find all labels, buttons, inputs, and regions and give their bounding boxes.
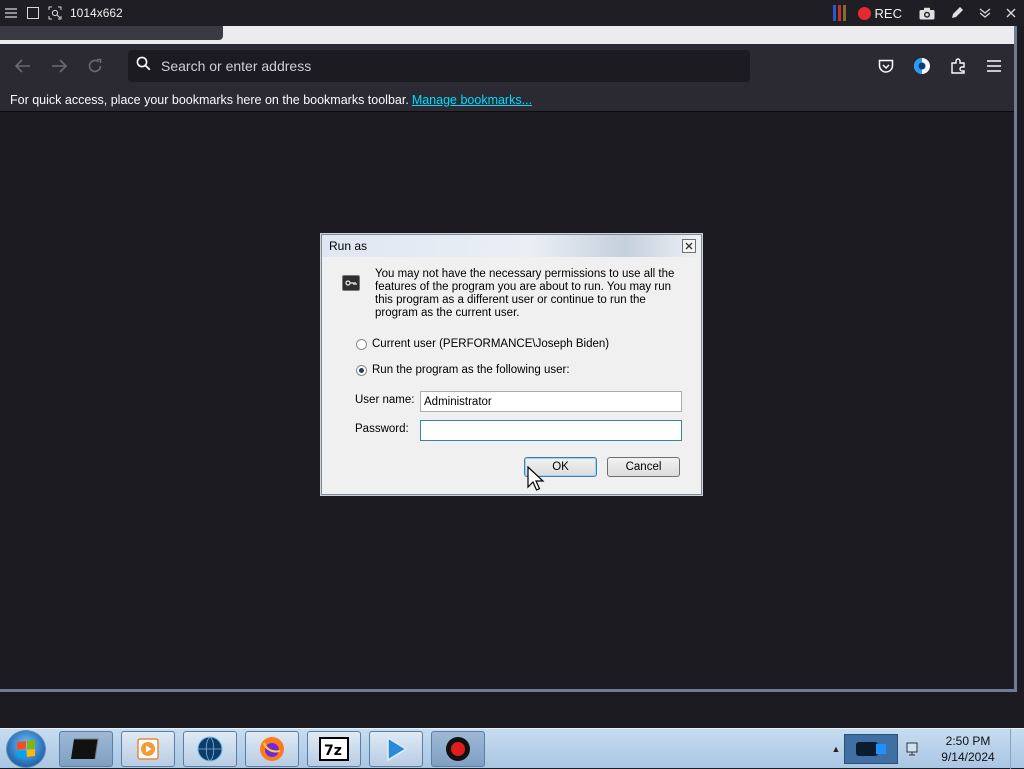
taskbar-recorder[interactable] bbox=[431, 731, 485, 767]
clock[interactable]: 2:50 PM 9/14/2024 bbox=[926, 733, 1010, 765]
back-arrow-icon[interactable] bbox=[5, 50, 41, 82]
username-field[interactable] bbox=[420, 391, 682, 412]
run-as-user-radio[interactable] bbox=[356, 364, 367, 376]
taskbar-video-player[interactable] bbox=[369, 731, 423, 767]
chevron-down-icon[interactable] bbox=[972, 0, 998, 26]
forward-arrow-icon[interactable] bbox=[41, 50, 77, 82]
terminal-icon bbox=[71, 738, 99, 760]
search-icon bbox=[136, 56, 151, 76]
reload-icon[interactable] bbox=[77, 50, 113, 82]
color-swatches bbox=[832, 5, 846, 21]
globe-icon bbox=[197, 736, 223, 762]
svg-text:7z: 7z bbox=[324, 743, 342, 759]
square-region-icon[interactable] bbox=[22, 0, 44, 26]
mouse-cursor-icon bbox=[527, 465, 545, 492]
current-user-option[interactable]: Current user (PERFORMANCE\Joseph Biden) bbox=[356, 338, 609, 350]
pencil-icon[interactable] bbox=[942, 0, 972, 26]
run-as-user-label: Run the program as the following user: bbox=[372, 364, 570, 376]
taskbar-firefox[interactable] bbox=[245, 731, 299, 767]
clock-date: 9/14/2024 bbox=[941, 750, 995, 764]
run-as-dialog: Run as You may not have the necessary pe… bbox=[321, 234, 702, 495]
system-tray: ▲ 2:50 PM 9/14/2024 bbox=[828, 729, 1024, 769]
hamburger-menu-icon[interactable] bbox=[0, 0, 22, 26]
7zip-icon: 7z bbox=[319, 737, 349, 761]
windows-logo-icon bbox=[17, 740, 35, 758]
close-icon[interactable] bbox=[998, 0, 1024, 26]
password-field[interactable] bbox=[420, 420, 682, 441]
manage-bookmarks-link[interactable]: Manage bookmarks... bbox=[412, 93, 532, 107]
tray-app-icon[interactable] bbox=[844, 734, 898, 764]
capture-size-label: 1014x662 bbox=[70, 6, 123, 20]
taskbar-media-player[interactable] bbox=[121, 731, 175, 767]
dialog-titlebar[interactable]: Run as bbox=[322, 235, 701, 257]
current-user-radio[interactable] bbox=[356, 338, 367, 350]
tray-expand-icon[interactable]: ▲ bbox=[828, 744, 844, 754]
taskbar-terminal[interactable] bbox=[59, 731, 113, 767]
play-icon bbox=[387, 736, 408, 762]
permission-message: You may not have the necessary permissio… bbox=[375, 268, 675, 319]
address-input[interactable] bbox=[159, 57, 719, 75]
bookmarks-toolbar: For quick access, place your bookmarks h… bbox=[0, 88, 1014, 112]
region-zoom-icon[interactable] bbox=[44, 0, 66, 26]
start-button[interactable] bbox=[6, 730, 46, 768]
clock-time: 2:50 PM bbox=[945, 734, 991, 748]
record-label[interactable]: REC bbox=[875, 6, 902, 21]
bookmarks-message: For quick access, place your bookmarks h… bbox=[10, 92, 409, 107]
network-status-icon[interactable] bbox=[898, 734, 926, 764]
taskbar: 7z ▲ 2:50 PM 9/14/2024 bbox=[0, 728, 1024, 769]
show-desktop-button[interactable] bbox=[1010, 729, 1024, 769]
username-label: User name: bbox=[355, 394, 415, 406]
dialog-title: Run as bbox=[329, 239, 368, 253]
extensions-icon[interactable] bbox=[942, 50, 974, 82]
record-icon bbox=[446, 737, 470, 761]
tab-strip bbox=[0, 26, 1014, 44]
app-menu-icon[interactable] bbox=[978, 50, 1010, 82]
browser-navbar bbox=[0, 44, 1014, 88]
dialog-close-icon[interactable] bbox=[682, 239, 696, 253]
address-bar[interactable] bbox=[128, 50, 750, 82]
current-user-label: Current user (PERFORMANCE\Joseph Biden) bbox=[372, 338, 610, 350]
run-as-user-option[interactable]: Run the program as the following user: bbox=[356, 364, 570, 376]
taskbar-network[interactable] bbox=[183, 731, 237, 767]
taskbar-7zip[interactable]: 7z bbox=[307, 731, 361, 767]
browser-tab[interactable] bbox=[0, 26, 223, 40]
record-dot-icon[interactable] bbox=[857, 6, 871, 20]
account-icon[interactable] bbox=[906, 50, 938, 82]
recorder-toolbar: 1014x662 REC bbox=[0, 0, 1024, 26]
firefox-icon bbox=[260, 737, 284, 761]
cancel-button[interactable]: Cancel bbox=[607, 457, 680, 477]
pocket-icon[interactable] bbox=[870, 50, 902, 82]
camera-icon[interactable] bbox=[912, 0, 942, 26]
media-player-icon bbox=[137, 738, 159, 760]
key-icon bbox=[342, 275, 360, 291]
password-label: Password: bbox=[355, 423, 409, 435]
